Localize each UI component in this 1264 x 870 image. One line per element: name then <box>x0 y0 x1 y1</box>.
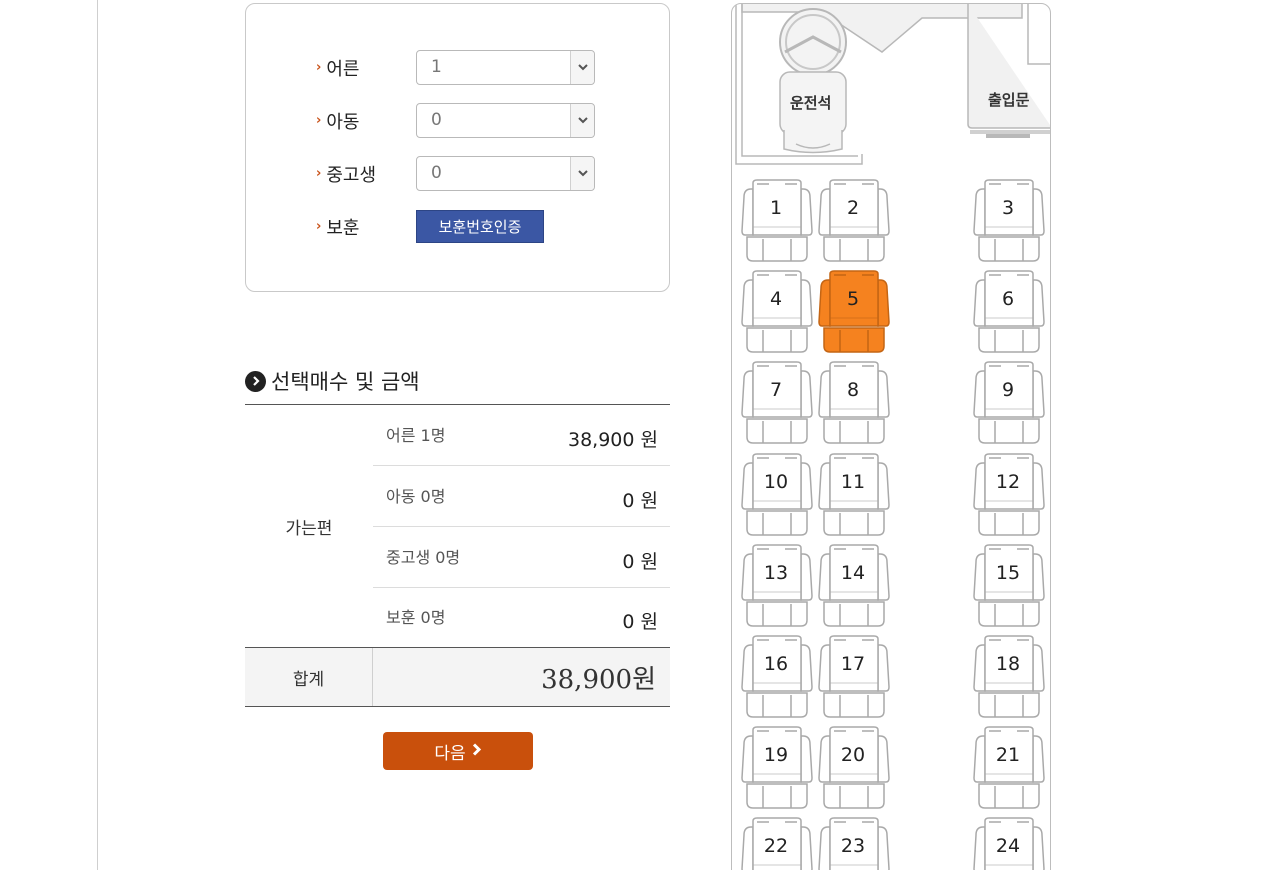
child-label: 아동 <box>326 111 360 133</box>
seat-number: 15 <box>995 561 1021 584</box>
student-label: 중고생 <box>326 164 377 186</box>
chevron-down-icon <box>570 51 594 84</box>
seat-24[interactable]: 24 <box>971 817 1047 870</box>
fare-row: 보훈 0명 0 원 <box>386 608 658 633</box>
seat-17[interactable]: 17 <box>816 635 892 721</box>
seat-22[interactable]: 22 <box>739 817 815 870</box>
seat-4[interactable]: 4 <box>739 270 815 356</box>
chevron-right-circle-icon <box>245 370 266 392</box>
seat-number: 12 <box>995 470 1021 493</box>
adult-row: › 어른 1 <box>316 50 595 85</box>
total-row: 합계 38,900원 <box>245 647 670 707</box>
adult-count-select[interactable]: 1 <box>416 50 595 85</box>
bus-seat-map: 운전석 출입문 1 2 3 4 5 6 7 8 9 10 11 12 13 14 15 16 17 18 19 20 2… <box>731 3 1051 870</box>
veteran-verify-button[interactable]: 보훈번호인증 <box>416 210 544 243</box>
seat-number: 4 <box>769 288 783 311</box>
seat-number: 7 <box>769 379 783 402</box>
next-button[interactable]: 다음 <box>383 732 533 770</box>
seat-18[interactable]: 18 <box>971 635 1047 721</box>
seat-19[interactable]: 19 <box>739 726 815 812</box>
seat-21[interactable]: 21 <box>971 726 1047 812</box>
student-count-select[interactable]: 0 <box>416 156 595 191</box>
chevron-right-icon: › <box>316 219 322 234</box>
seat-number: 8 <box>846 379 860 402</box>
left-divider <box>97 0 98 870</box>
seat-1[interactable]: 1 <box>739 179 815 265</box>
seat-number: 5 <box>846 288 860 311</box>
passenger-count-panel: › 어른 1 › 아동 0 › 중고생 0 › 보훈 보훈번호인증 <box>245 3 670 292</box>
seat-12[interactable]: 12 <box>971 452 1047 539</box>
child-count-select[interactable]: 0 <box>416 103 595 138</box>
seat-number: 20 <box>840 744 866 767</box>
seat-number: 17 <box>840 653 866 675</box>
seat-number: 16 <box>763 653 789 675</box>
seat-number: 21 <box>995 744 1021 767</box>
seat-11[interactable]: 11 <box>816 452 892 539</box>
chevron-down-icon <box>570 157 594 190</box>
veteran-row: › 보훈 보훈번호인증 <box>316 210 544 243</box>
fare-summary-table: 가는편 어른 1명 38,900 원 아동 0명 0 원 중고생 0명 0 원 … <box>245 404 670 707</box>
seat-16[interactable]: 16 <box>739 635 815 721</box>
seat-number: 1 <box>769 197 783 219</box>
driver-seat-label: 운전석 <box>790 94 832 112</box>
chevron-right-icon: › <box>316 60 322 75</box>
chevron-right-icon <box>472 741 482 761</box>
adult-label: 어른 <box>326 58 360 80</box>
seat-number: 22 <box>763 835 789 858</box>
seat-2[interactable]: 2 <box>816 179 892 265</box>
seat-14[interactable]: 14 <box>816 544 892 630</box>
fare-row: 중고생 0명 0 원 <box>373 527 670 588</box>
seat-number: 2 <box>846 197 860 219</box>
seat-7[interactable]: 7 <box>739 361 815 447</box>
fare-row: 어른 1명 38,900 원 <box>373 405 670 466</box>
route-label: 가는편 <box>285 519 333 539</box>
seat-3[interactable]: 3 <box>971 179 1047 265</box>
fare-row: 아동 0명 0 원 <box>373 466 670 527</box>
seat-number: 23 <box>840 835 866 858</box>
student-row: › 중고생 0 <box>316 156 595 191</box>
seat-10[interactable]: 10 <box>739 452 815 539</box>
chevron-down-icon <box>570 104 594 137</box>
seat-number: 9 <box>1001 379 1015 402</box>
seat-number: 14 <box>840 561 866 584</box>
seat-15[interactable]: 15 <box>971 544 1047 630</box>
seat-number: 24 <box>995 835 1021 858</box>
total-label: 합계 <box>245 648 373 706</box>
seat-9[interactable]: 9 <box>971 361 1047 447</box>
door-label: 출입문 <box>988 91 1030 109</box>
chevron-right-icon: › <box>316 113 322 128</box>
child-row: › 아동 0 <box>316 103 595 138</box>
seat-number: 3 <box>1001 197 1015 219</box>
chevron-right-icon: › <box>316 166 322 181</box>
veteran-label: 보훈 <box>326 217 360 239</box>
seat-number: 6 <box>1001 288 1015 311</box>
seat-20[interactable]: 20 <box>816 726 892 812</box>
summary-heading: 선택매수 및 금액 <box>245 366 420 396</box>
seat-number: 18 <box>995 653 1021 675</box>
seat-8[interactable]: 8 <box>816 361 892 447</box>
seat-number: 19 <box>763 744 789 767</box>
total-amount: 38,900원 <box>541 664 656 695</box>
summary-title: 선택매수 및 금액 <box>271 370 420 394</box>
seat-number: 11 <box>840 470 866 493</box>
seat-5[interactable]: 5 <box>816 270 892 356</box>
seat-number: 10 <box>763 470 789 493</box>
seat-13[interactable]: 13 <box>739 544 815 630</box>
seat-number: 13 <box>763 561 789 584</box>
seat-23[interactable]: 23 <box>816 817 892 870</box>
seat-6[interactable]: 6 <box>971 270 1047 356</box>
reservation-page: › 어른 1 › 아동 0 › 중고생 0 › 보훈 보훈번호인증 선택매수 및 금액 … <box>0 0 1264 870</box>
